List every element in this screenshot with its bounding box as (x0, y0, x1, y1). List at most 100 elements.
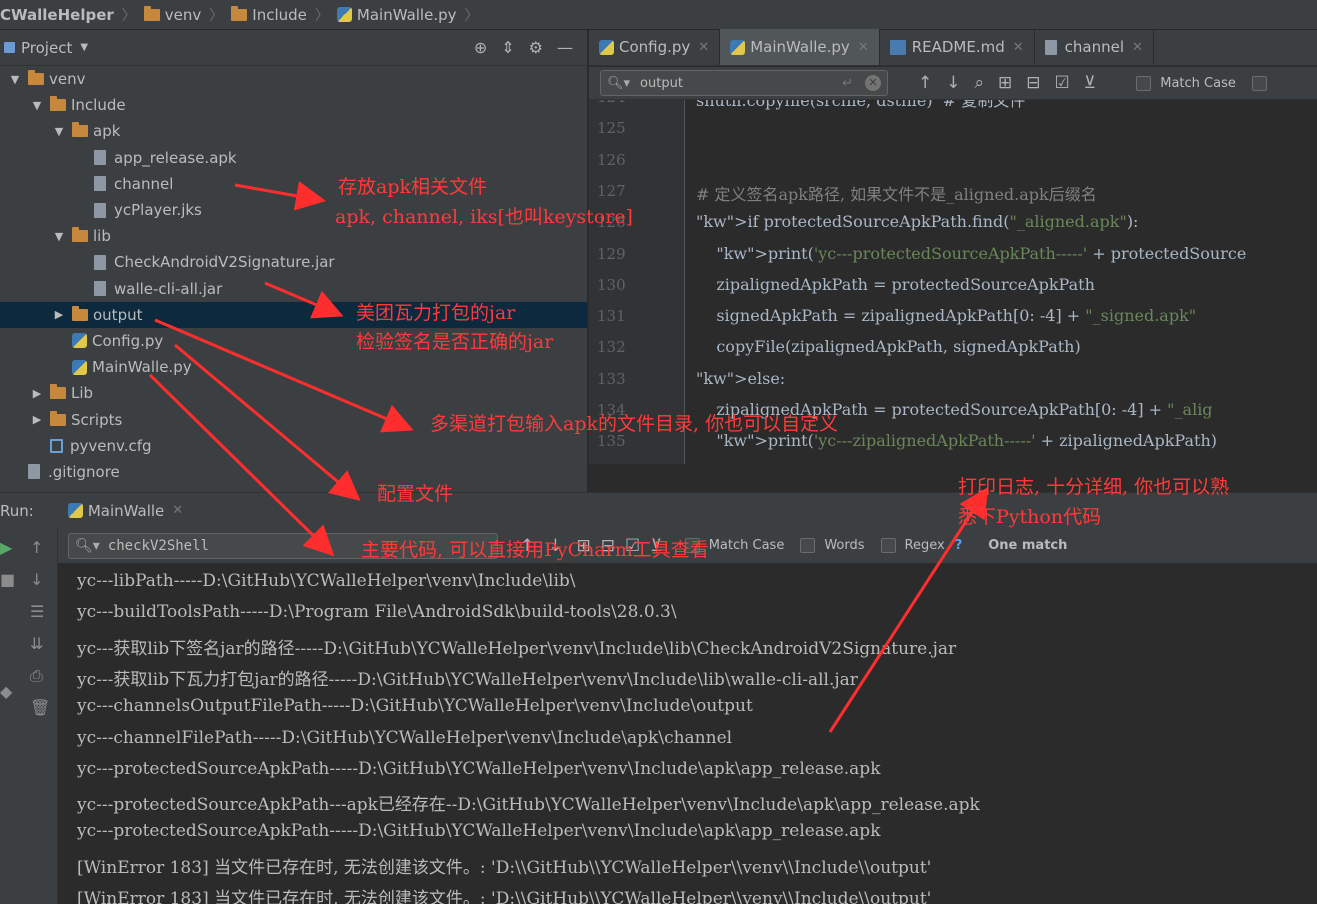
close-icon[interactable]: ✕ (172, 503, 183, 518)
match-case-checkbox[interactable] (1136, 75, 1152, 91)
tree-item-label: .gitignore (48, 462, 120, 481)
hide-icon[interactable]: — (557, 38, 573, 57)
folder-icon (50, 384, 66, 400)
words-checkbox[interactable] (1251, 75, 1267, 91)
tree-item-label: Lib (71, 384, 94, 403)
tree-item-label: lib (93, 227, 111, 246)
tree-item[interactable]: channel (0, 171, 587, 197)
clear-icon[interactable]: ✕ (865, 75, 881, 91)
expanded-icon[interactable]: ▼ (30, 99, 44, 112)
markdown-file-icon (889, 39, 906, 55)
scroll-to-end-icon[interactable]: ⇊ (30, 634, 43, 653)
code-line: "kw">print('yc---protectedSourceApkPath-… (716, 243, 1247, 263)
annotation-log-2: 悉下Python代码 (958, 506, 1102, 528)
regex-checkbox[interactable] (880, 538, 896, 553)
filter-icon[interactable]: ⊻ (1084, 73, 1096, 93)
folder-icon (28, 70, 44, 86)
annotation-output: 多渠道打包输入apk的文件目录, 你也可以自定义 (430, 413, 839, 435)
collapsed-icon[interactable]: ▶ (30, 413, 44, 426)
run-label: Run: (0, 501, 34, 520)
breadcrumb-venv[interactable]: venv (143, 5, 201, 24)
breadcrumb-project[interactable]: CWalleHelper (0, 6, 114, 24)
tree-item[interactable]: MainWalle.py (0, 354, 587, 380)
close-icon[interactable]: ✕ (1132, 40, 1143, 55)
print-icon[interactable]: ⎙ (30, 666, 43, 686)
close-icon[interactable]: ✕ (1013, 40, 1024, 55)
match-case-option[interactable]: Match Case (1136, 75, 1276, 91)
tab-readme[interactable]: README.md ✕ (880, 29, 1035, 65)
console-line: yc---channelsOutputFilePath-----D:\GitHu… (77, 696, 753, 717)
tree-item[interactable]: CheckAndroidV2Signature.jar (0, 249, 587, 275)
soft-wrap-icon[interactable]: ☰ (30, 602, 44, 621)
folder-icon (50, 410, 66, 426)
find-all-icon[interactable]: ⌕ (975, 73, 985, 93)
tree-item[interactable]: ▶ Lib (0, 380, 587, 406)
pin-icon[interactable]: ◆ (0, 682, 12, 701)
next-occurrence-icon[interactable]: ↓ (946, 73, 960, 93)
tab-mainwalle[interactable]: MainWalle.py ✕ (720, 29, 880, 65)
tree-item-label: CheckAndroidV2Signature.jar (114, 253, 335, 272)
line-number: 125 (597, 119, 626, 138)
python-file-icon (72, 359, 87, 375)
console-line: yc---buildToolsPath-----D:\Program File\… (77, 602, 677, 623)
locate-icon[interactable]: ⊕ (474, 38, 487, 57)
match-case-label: Match Case (708, 538, 785, 553)
gear-icon[interactable]: ⚙ (529, 38, 543, 57)
search-icon: 🔍︎▾ (75, 537, 100, 554)
expanded-icon[interactable]: ▼ (8, 73, 22, 86)
project-view-selector[interactable]: Project (21, 39, 72, 57)
tab-config[interactable]: Config.py ✕ (589, 29, 721, 65)
line-number: 132 (597, 338, 626, 357)
tree-item[interactable]: ▼ apk (0, 118, 587, 144)
previous-occurrence-icon[interactable]: ↑ (918, 73, 932, 93)
close-icon[interactable]: ✕ (698, 40, 709, 55)
console-line: yc---protectedSourceApkPath---apk已经存在--D… (77, 795, 980, 816)
python-file-icon (599, 39, 614, 55)
stop-icon[interactable]: ■ (0, 570, 15, 589)
match-count: One match (988, 538, 1068, 553)
collapse-icon[interactable]: ⇕ (501, 38, 514, 57)
chevron-right-icon: 〉 (464, 7, 479, 24)
collapsed-icon[interactable]: ▶ (30, 387, 44, 400)
editor-search-input[interactable]: 🔍︎▾ output ↵ ✕ (600, 70, 888, 96)
run-words-option[interactable]: Words (800, 538, 865, 553)
close-icon[interactable]: ✕ (858, 40, 869, 55)
up-icon[interactable]: ↑ (30, 538, 43, 557)
chevron-right-icon: 〉 (314, 7, 329, 24)
regex-help-link[interactable]: ? (955, 538, 963, 553)
collapsed-icon[interactable]: ▶ (52, 308, 66, 321)
tree-item[interactable]: app_release.apk (0, 145, 587, 171)
tab-channel[interactable]: channel ✕ (1035, 29, 1154, 65)
tree-item[interactable]: .gitignore (0, 459, 587, 485)
annotation-config: 配置文件 (377, 483, 454, 505)
select-all-icon[interactable]: ☑ (1055, 73, 1070, 93)
run-tab-label: MainWalle (87, 501, 165, 520)
expanded-icon[interactable]: ▼ (52, 125, 66, 138)
run-regex-option[interactable]: Regex (880, 538, 945, 553)
chevron-down-icon[interactable]: ▼ (80, 42, 88, 53)
run-console[interactable]: yc---libPath-----D:\GitHub\YCWalleHelper… (58, 563, 1317, 904)
rerun-icon[interactable]: ▶ (0, 538, 12, 557)
breadcrumb-file-label: MainWalle.py (356, 5, 457, 24)
remove-selection-icon[interactable]: ⊟ (1026, 73, 1040, 93)
folder-icon (50, 96, 66, 112)
trash-icon[interactable]: 🗑︎ (30, 698, 50, 717)
words-checkbox[interactable] (800, 538, 816, 553)
tree-item[interactable]: ▼ Include (0, 92, 587, 118)
expanded-icon[interactable]: ▼ (52, 230, 66, 243)
add-selection-icon[interactable]: ⊞ (998, 73, 1012, 93)
python-file-icon (336, 7, 352, 22)
run-tab-mainwalle[interactable]: MainWalle ✕ (57, 492, 194, 529)
tree-item[interactable]: pyvenv.cfg (0, 433, 587, 459)
breadcrumb-include[interactable]: Include (231, 5, 307, 24)
code-line: copyFile(zipalignedApkPath, signedApkPat… (696, 337, 1081, 357)
breadcrumb-file[interactable]: MainWalle.py (336, 5, 457, 24)
tree-item[interactable]: ▼ venv (0, 66, 587, 92)
tree-item-label: channel (114, 174, 174, 193)
editor-find-bar: 🔍︎▾ output ↵ ✕ ↑ ↓ ⌕ ⊞ ⊟ ☑ ⊻ Match Case (589, 67, 1317, 100)
code-line: signedApkPath = zipalignedApkPath[0: -4]… (696, 306, 1197, 326)
python-file-icon (730, 39, 746, 55)
annotation-main: 主要代码, 可以直接用PyCharm工具查看 (361, 539, 709, 561)
project-panel-header: Project ▼ ⊕ ⇕ ⚙ — (0, 30, 587, 66)
down-icon[interactable]: ↓ (30, 570, 43, 589)
